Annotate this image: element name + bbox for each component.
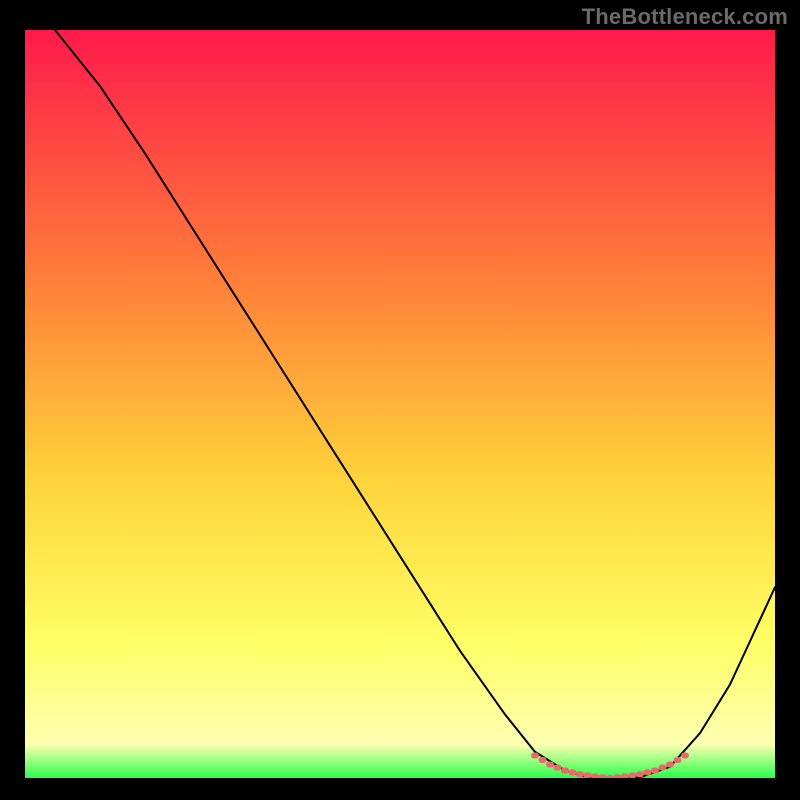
- accent-dot: [531, 753, 539, 759]
- accent-dot: [659, 765, 667, 771]
- accent-dot: [576, 771, 584, 777]
- accent-dot: [554, 765, 562, 771]
- chart-root: TheBottleneck.com: [0, 0, 800, 800]
- accent-dot: [539, 757, 547, 763]
- accent-dot: [569, 769, 577, 775]
- accent-dot: [546, 762, 554, 768]
- accent-dot: [674, 757, 682, 763]
- plot-area: [25, 30, 775, 778]
- accent-dot: [584, 772, 592, 778]
- accent-dot: [651, 768, 659, 774]
- accent-dot: [629, 772, 637, 778]
- accent-dot: [666, 762, 674, 768]
- accent-dot: [636, 771, 644, 777]
- accent-dot: [681, 753, 689, 759]
- accent-dot: [644, 769, 652, 775]
- chart-svg: [25, 30, 775, 778]
- accent-dot: [621, 774, 629, 778]
- accent-dot: [561, 768, 569, 774]
- accent-dot: [591, 774, 599, 778]
- watermark-text: TheBottleneck.com: [582, 4, 788, 30]
